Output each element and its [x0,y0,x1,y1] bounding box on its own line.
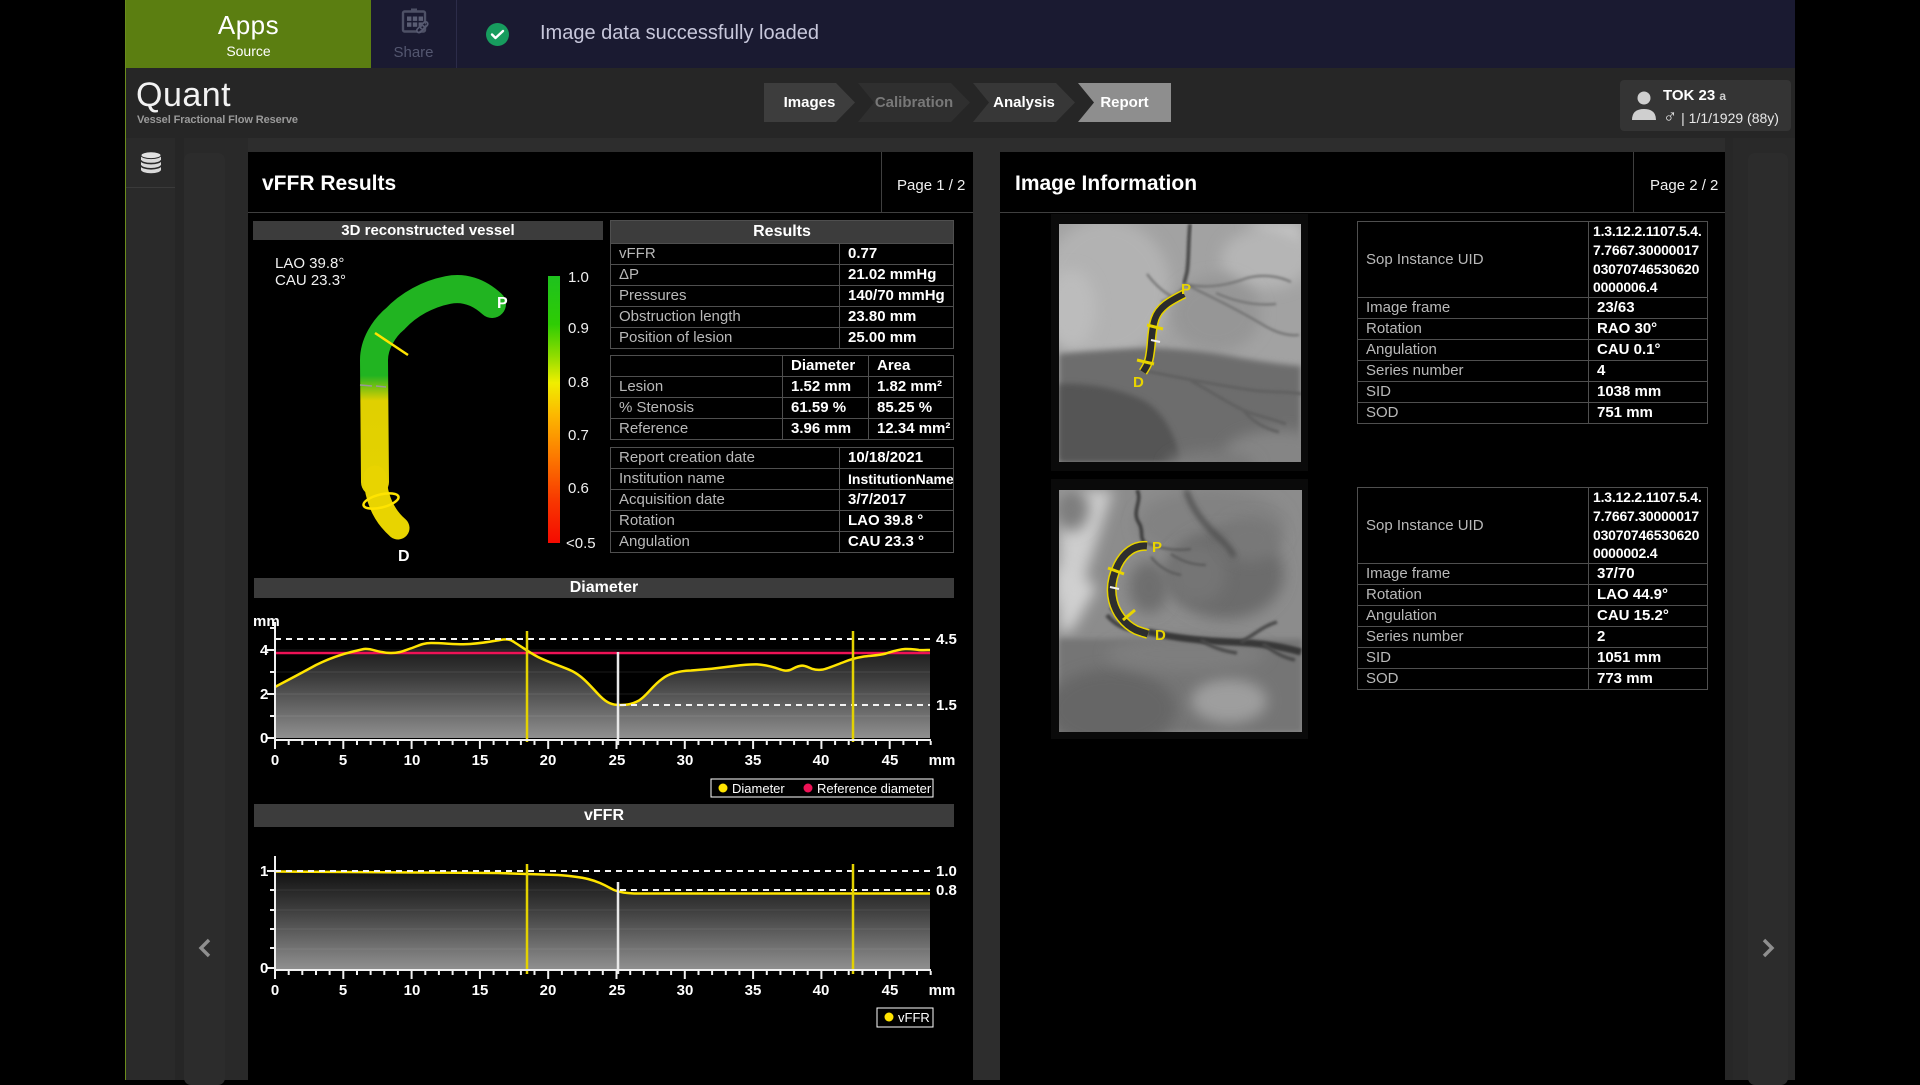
svg-text:0: 0 [271,982,279,999]
svg-text:45: 45 [882,982,899,999]
svg-text:mm: mm [253,613,280,630]
svg-text:10: 10 [404,752,421,769]
svg-text:25: 25 [609,982,626,999]
svg-text:40: 40 [813,752,830,769]
svg-text:mm: mm [929,752,956,769]
svg-text:P: P [1181,281,1191,298]
svg-text:35: 35 [745,752,762,769]
svg-text:15: 15 [472,752,489,769]
svg-text:15: 15 [472,982,489,999]
svg-text:30: 30 [677,752,694,769]
svg-text:10: 10 [404,982,421,999]
svg-text:0: 0 [260,960,268,977]
svg-text:1.0: 1.0 [568,269,589,286]
svg-text:D: D [1155,627,1166,644]
svg-text:1: 1 [260,863,268,880]
svg-text:45: 45 [882,752,899,769]
svg-text:25: 25 [609,752,626,769]
svg-text:20: 20 [540,752,557,769]
svg-text:4.5: 4.5 [936,631,957,648]
svg-text:Reference diameter: Reference diameter [817,781,932,796]
svg-text:30: 30 [677,982,694,999]
svg-text:D: D [398,548,410,565]
svg-text:0.9: 0.9 [568,320,589,337]
svg-text:<0.5: <0.5 [566,535,596,552]
svg-text:40: 40 [813,982,830,999]
svg-text:20: 20 [540,982,557,999]
svg-text:0: 0 [271,752,279,769]
svg-text:P: P [497,295,508,312]
svg-text:mm: mm [929,982,956,999]
svg-text:0: 0 [260,730,268,747]
svg-text:5: 5 [339,752,347,769]
svg-text:Diameter: Diameter [732,781,785,796]
svg-text:vFFR: vFFR [898,1010,930,1025]
svg-text:1.0: 1.0 [936,863,957,880]
svg-text:P: P [1152,539,1162,556]
svg-text:0.6: 0.6 [568,480,589,497]
svg-text:0.8: 0.8 [568,374,589,391]
svg-text:1.5: 1.5 [936,697,957,714]
svg-text:5: 5 [339,982,347,999]
svg-text:0.7: 0.7 [568,427,589,444]
svg-text:0.8: 0.8 [936,882,957,899]
svg-text:2: 2 [260,686,268,703]
svg-text:35: 35 [745,982,762,999]
svg-text:D: D [1133,374,1144,391]
svg-text:4: 4 [260,642,269,659]
